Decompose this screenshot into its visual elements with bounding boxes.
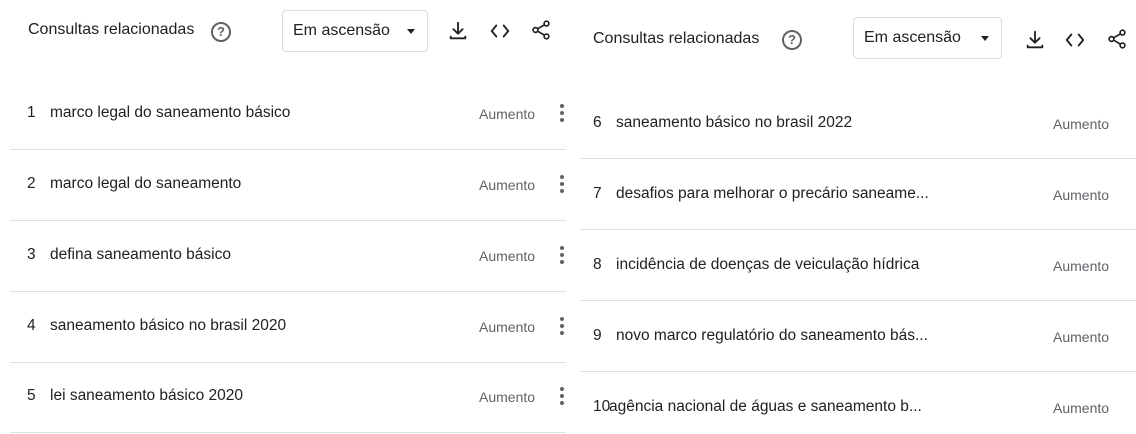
query-link[interactable]: defina saneamento básico [50,246,231,264]
caret-down-icon [407,29,415,34]
embed-code-icon[interactable] [1064,29,1086,51]
rank: 10 [593,398,611,415]
value-label: Aumento [479,319,536,335]
rank: 4 [27,317,36,334]
value-label: Aumento [1053,400,1110,416]
download-icon[interactable] [1024,29,1046,51]
divider [580,229,1136,230]
query-link[interactable]: desafios para melhorar o precário saneam… [616,185,929,203]
divider [10,291,566,292]
divider [10,362,566,363]
more-vert-icon[interactable] [560,387,564,408]
rank: 7 [593,185,602,202]
rank: 6 [593,114,602,131]
query-link[interactable]: agência nacional de águas e saneamento b… [609,398,922,416]
rank: 9 [593,327,602,344]
filter-dropdown[interactable]: Em ascensão [282,10,428,52]
value-label: Aumento [479,389,536,405]
divider [10,220,566,221]
rank: 5 [27,387,36,404]
value-label: Aumento [1053,329,1110,345]
value-label: Aumento [1053,258,1110,274]
value-label: Aumento [479,177,536,193]
filter-dropdown-value: Em ascensão [293,22,390,39]
query-link[interactable]: saneamento básico no brasil 2022 [616,114,852,132]
query-link[interactable]: marco legal do saneamento básico [50,104,290,122]
more-vert-icon[interactable] [560,175,564,196]
more-vert-icon[interactable] [560,104,564,125]
value-label: Aumento [479,106,536,122]
embed-code-icon[interactable] [489,20,511,42]
caret-down-icon [981,36,989,41]
query-link[interactable]: marco legal do saneamento [50,175,241,193]
query-link[interactable]: lei saneamento básico 2020 [50,387,243,405]
related-queries-panel-right: Consultas relacionadas ? Em ascensão 6 s… [576,0,1136,434]
divider [580,158,1136,159]
divider [580,300,1136,301]
help-icon[interactable]: ? [782,30,802,50]
query-link[interactable]: novo marco regulatório do saneamento bás… [616,327,928,345]
query-link[interactable]: incidência de doenças de veiculação hídr… [616,256,919,274]
divider [580,371,1136,372]
rank: 2 [27,175,36,192]
share-icon[interactable] [1106,28,1128,50]
download-icon[interactable] [447,20,469,42]
value-label: Aumento [1053,116,1110,132]
rank: 3 [27,246,36,263]
query-link[interactable]: saneamento básico no brasil 2020 [50,317,286,335]
panel-title: Consultas relacionadas [593,30,760,47]
more-vert-icon[interactable] [560,317,564,338]
divider [10,149,566,150]
help-icon[interactable]: ? [211,22,231,42]
related-queries-panel-left: Consultas relacionadas ? Em ascensão 1 m… [0,0,576,434]
filter-dropdown[interactable]: Em ascensão [853,17,1002,59]
rank: 8 [593,256,602,273]
filter-dropdown-value: Em ascensão [864,29,961,46]
rank: 1 [27,104,36,121]
divider [10,432,566,433]
value-label: Aumento [479,248,536,264]
share-icon[interactable] [530,19,552,41]
value-label: Aumento [1053,187,1110,203]
more-vert-icon[interactable] [560,246,564,267]
panel-title: Consultas relacionadas [28,21,195,38]
